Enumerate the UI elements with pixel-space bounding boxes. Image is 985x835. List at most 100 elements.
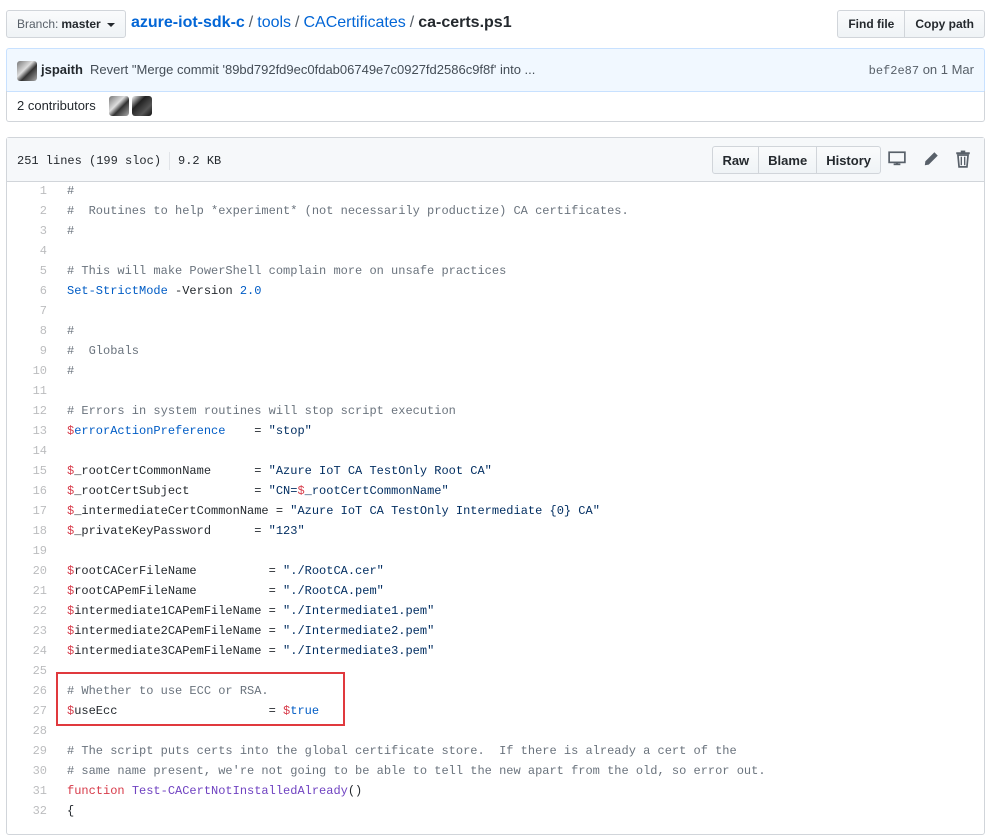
- code-token: #: [67, 324, 75, 338]
- line-number[interactable]: 15: [7, 461, 47, 481]
- line-number[interactable]: 16: [7, 481, 47, 501]
- history-button[interactable]: History: [816, 146, 881, 174]
- desktop-icon[interactable]: [888, 150, 906, 168]
- code-line: 6 Set-StrictMode -Version 2.0: [7, 281, 984, 301]
- avatar[interactable]: [109, 96, 129, 116]
- breadcrumb-separator: /: [409, 14, 415, 31]
- commit-message-link[interactable]: Revert "Merge commit '89bd792fd9ec0fdab0…: [90, 62, 535, 77]
- file-header: 251 lines (199 sloc) 9.2 KB Raw Blame Hi…: [7, 138, 984, 182]
- line-number[interactable]: 1: [7, 181, 47, 201]
- line-number[interactable]: 11: [7, 381, 47, 401]
- code-line-content: $rootCAPemFileName = "./RootCA.pem": [47, 581, 384, 601]
- code-line: 11: [7, 381, 984, 401]
- code-line-content: $_privateKeyPassword = "123": [47, 521, 305, 541]
- caret-down-icon: [106, 23, 115, 27]
- line-number[interactable]: 27: [7, 701, 47, 721]
- trash-icon[interactable]: [954, 150, 972, 168]
- code-line: 15 $_rootCertCommonName = "Azure IoT CA T…: [7, 461, 984, 481]
- code-line-content: #: [47, 321, 74, 341]
- code-token: "./Intermediate3.pem": [283, 644, 435, 658]
- line-number[interactable]: 21: [7, 581, 47, 601]
- branch-selector-button[interactable]: Branch: master: [6, 10, 126, 38]
- copy-path-button[interactable]: Copy path: [904, 10, 985, 38]
- line-number[interactable]: 32: [7, 801, 47, 821]
- file-size: 9.2 KB: [178, 154, 222, 168]
- code-token: #: [67, 224, 75, 238]
- line-number[interactable]: 13: [7, 421, 47, 441]
- raw-button[interactable]: Raw: [712, 146, 760, 174]
- line-number[interactable]: 19: [7, 541, 47, 561]
- line-number[interactable]: 8: [7, 321, 47, 341]
- line-number[interactable]: 25: [7, 661, 47, 681]
- branch-label: Branch:: [17, 17, 59, 31]
- commit-sha-link[interactable]: bef2e87: [869, 64, 919, 78]
- code-line: 8 #: [7, 321, 984, 341]
- code-token: rootCACerFileName =: [74, 564, 284, 578]
- line-number[interactable]: 22: [7, 601, 47, 621]
- line-number[interactable]: 5: [7, 261, 47, 281]
- code-line-content: #: [47, 181, 74, 201]
- code-token: "CN=: [268, 484, 298, 498]
- line-number[interactable]: 18: [7, 521, 47, 541]
- line-number[interactable]: 14: [7, 441, 47, 461]
- code-line-content: [47, 381, 67, 401]
- line-number[interactable]: 31: [7, 781, 47, 801]
- code-token: "stop": [268, 424, 312, 438]
- code-line: 10 #: [7, 361, 984, 381]
- code-token: function: [67, 784, 125, 798]
- line-number[interactable]: 12: [7, 401, 47, 421]
- line-number[interactable]: 3: [7, 221, 47, 241]
- code-line-content: [47, 541, 67, 561]
- line-number[interactable]: 29: [7, 741, 47, 761]
- line-number[interactable]: 26: [7, 681, 47, 701]
- find-file-button[interactable]: Find file: [837, 10, 906, 38]
- line-number[interactable]: 20: [7, 561, 47, 581]
- line-number[interactable]: 24: [7, 641, 47, 661]
- pencil-icon[interactable]: [922, 150, 940, 168]
- code-line: 14: [7, 441, 984, 461]
- line-number[interactable]: 10: [7, 361, 47, 381]
- code-line: 18 $_privateKeyPassword = "123": [7, 521, 984, 541]
- code-token: # Errors in system routines will stop sc…: [67, 404, 456, 418]
- code-line-content: $intermediate3CAPemFileName = "./Interme…: [47, 641, 434, 661]
- line-number[interactable]: 2: [7, 201, 47, 221]
- breadcrumb-tools-link[interactable]: tools: [257, 14, 291, 31]
- code-token: useEcc =: [74, 704, 284, 718]
- code-line-content: [47, 241, 67, 261]
- line-number[interactable]: 30: [7, 761, 47, 781]
- line-number[interactable]: 7: [7, 301, 47, 321]
- avatar[interactable]: [17, 61, 37, 81]
- file-info: 251 lines (199 sloc) 9.2 KB: [17, 152, 221, 170]
- code-line-content: # The script puts certs into the global …: [47, 741, 737, 761]
- code-token: _privateKeyPassword =: [74, 524, 269, 538]
- code-token: {: [67, 804, 75, 818]
- code-line: 4: [7, 241, 984, 261]
- blame-button[interactable]: Blame: [758, 146, 818, 174]
- code-token: 2.0: [239, 284, 262, 298]
- line-number[interactable]: 17: [7, 501, 47, 521]
- code-line: 13 $errorActionPreference = "stop": [7, 421, 984, 441]
- contributors-label[interactable]: 2 contributors: [17, 98, 96, 113]
- code-line: 17 $_intermediateCertCommonName = "Azure …: [7, 501, 984, 521]
- code-line: 7: [7, 301, 984, 321]
- code-token: # This will make PowerShell complain mor…: [67, 264, 507, 278]
- code-token: "./RootCA.pem": [283, 584, 384, 598]
- breadcrumb-repo-link[interactable]: azure-iot-sdk-c: [131, 14, 245, 31]
- code-line-content: # Errors in system routines will stop sc…: [47, 401, 456, 421]
- code-token: errorActionPreference: [74, 424, 226, 438]
- code-token: intermediate1CAPemFileName =: [74, 604, 284, 618]
- code-token: "Azure IoT CA TestOnly Root CA": [268, 464, 492, 478]
- breadcrumb-cacertificates-link[interactable]: CACertificates: [304, 14, 406, 31]
- code-token: _rootCertSubject =: [74, 484, 269, 498]
- line-number[interactable]: 28: [7, 721, 47, 741]
- code-line: 5 # This will make PowerShell complain mo…: [7, 261, 984, 281]
- commit-author-link[interactable]: jspaith: [41, 62, 83, 77]
- line-number[interactable]: 9: [7, 341, 47, 361]
- line-number[interactable]: 4: [7, 241, 47, 261]
- avatar[interactable]: [132, 96, 152, 116]
- code-token: # The script puts certs into the global …: [67, 744, 737, 758]
- code-token: _intermediateCertCommonName =: [74, 504, 291, 518]
- code-line: 22 $intermediate1CAPemFileName = "./Inter…: [7, 601, 984, 621]
- line-number[interactable]: 23: [7, 621, 47, 641]
- line-number[interactable]: 6: [7, 281, 47, 301]
